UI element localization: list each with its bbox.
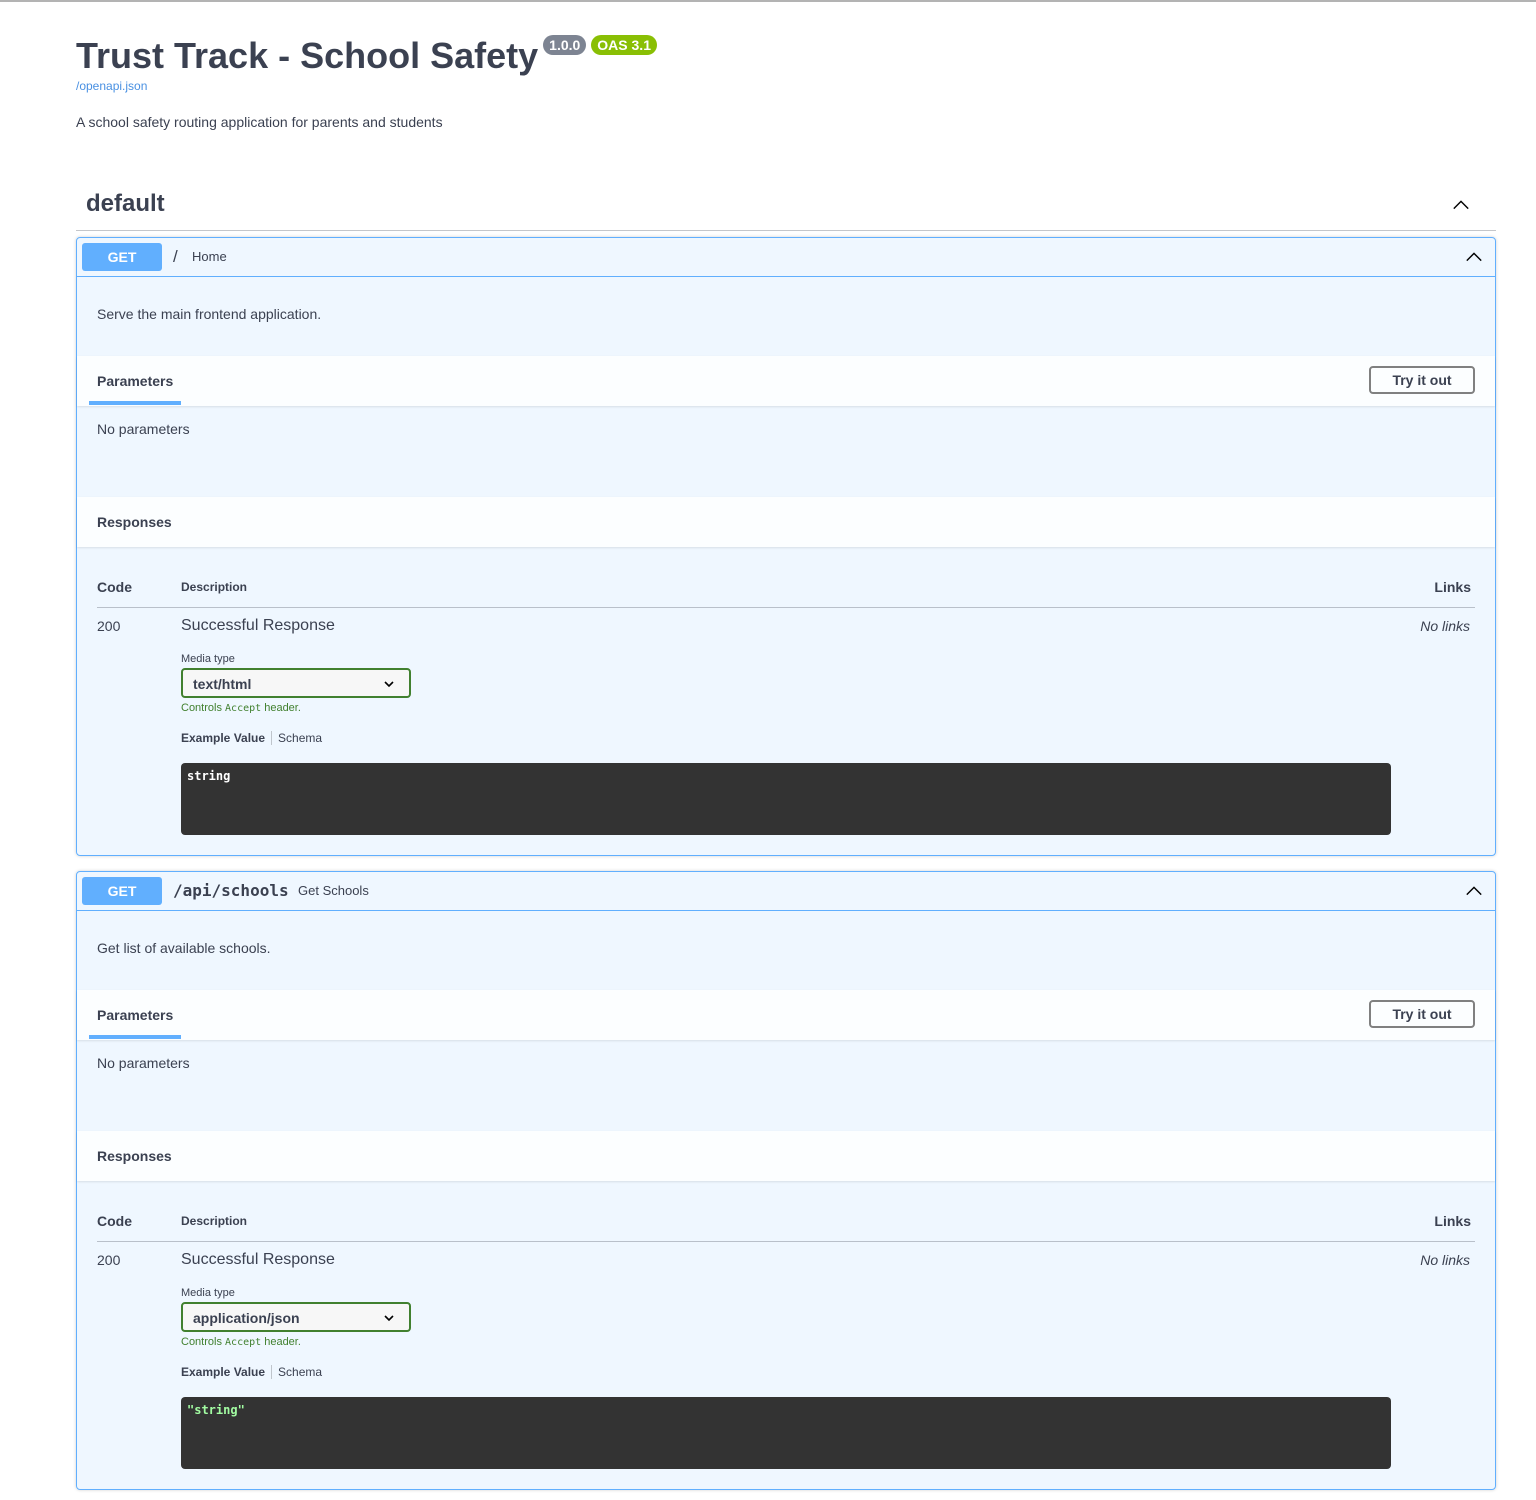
example-code-block: "string" [181,1397,1391,1469]
parameters-header: Parameters Try it out [77,990,1495,1040]
openapi-json-link[interactable]: /openapi.json [76,79,147,93]
controls-accept-note: Controls Accept header. [181,702,301,714]
controls-accept-note: Controls Accept header. [181,1336,301,1348]
schema-tab[interactable]: Schema [278,731,322,745]
responses-col-code: Code [97,1213,132,1229]
responses-divider [97,1241,1475,1242]
schema-tab[interactable]: Schema [278,1365,322,1379]
operation-path: /api/schools [173,881,289,900]
chevron-up-icon[interactable] [1465,882,1483,900]
responses-header: Responses [77,497,1495,547]
example-tabs: Example Value Schema [181,731,322,745]
example-code: "string" [187,1403,245,1417]
example-value-tab[interactable]: Example Value [181,731,265,745]
api-description: A school safety routing application for … [76,114,443,130]
responses-col-description: Description [181,1214,248,1228]
tab-separator [271,1365,273,1379]
operation-description: Get list of available schools. [97,940,271,956]
opblock-get-home: GET / Home Serve the main frontend appli… [76,237,1496,856]
responses-divider [97,607,1475,608]
responses-col-code: Code [97,579,132,595]
opblock-summary[interactable]: GET /api/schools Get Schools [77,872,1495,911]
response-links: No links [1420,1252,1470,1268]
operation-summary: Home [192,249,227,264]
operation-description: Serve the main frontend application. [97,306,322,322]
example-code: string [187,769,231,783]
parameters-header: Parameters Try it out [77,356,1495,406]
api-title: Trust Track - School Safety [76,35,539,76]
media-type-label: Media type [181,1287,235,1299]
no-parameters-text: No parameters [97,421,190,437]
media-type-label: Media type [181,653,235,665]
tag-name: default [86,190,165,217]
operation-summary: Get Schools [298,883,369,898]
oas-badge: OAS 3.1 [591,35,657,55]
responses-col-links: Links [1434,1213,1471,1229]
example-code-block: string [181,763,1391,835]
tab-separator [271,731,273,745]
operation-path: / [173,247,178,266]
example-tabs: Example Value Schema [181,1365,322,1379]
chevron-up-icon[interactable] [1452,196,1470,214]
try-it-out-button[interactable]: Try it out [1369,366,1475,394]
responses-title: Responses [97,514,172,530]
parameters-tab[interactable]: Parameters [97,1007,173,1023]
response-links: No links [1420,618,1470,634]
opblock-get-schools: GET /api/schools Get Schools Get list of… [76,871,1496,1490]
responses-col-description: Description [181,580,248,594]
version-badge: 1.0.0 [543,35,587,55]
media-type-select[interactable]: text/html [181,668,411,698]
responses-col-links: Links [1434,579,1471,595]
chevron-down-icon [384,681,394,688]
parameters-tab-underline [89,401,181,405]
example-value-tab[interactable]: Example Value [181,1365,265,1379]
parameters-tab[interactable]: Parameters [97,373,173,389]
response-code: 200 [97,618,121,634]
info-title-row: Trust Track - School Safety 1.0.0 OAS 3.… [76,32,657,80]
try-it-out-button[interactable]: Try it out [1369,1000,1475,1028]
responses-title: Responses [97,1148,172,1164]
media-type-value: application/json [193,1310,300,1326]
tag-section-default[interactable]: default [76,184,1496,231]
media-type-select[interactable]: application/json [181,1302,411,1332]
method-badge: GET [82,877,162,905]
opblock-summary[interactable]: GET / Home [77,238,1495,277]
responses-header: Responses [77,1131,1495,1181]
response-code: 200 [97,1252,121,1268]
media-type-value: text/html [193,676,252,692]
parameters-tab-underline [89,1035,181,1039]
chevron-down-icon [384,1315,394,1322]
no-parameters-text: No parameters [97,1055,190,1071]
chevron-up-icon[interactable] [1465,248,1483,266]
method-badge: GET [82,243,162,271]
response-description: Successful Response [181,1251,335,1268]
response-description: Successful Response [181,617,335,634]
